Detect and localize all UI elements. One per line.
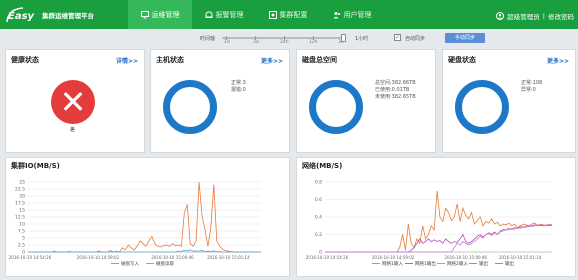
top-bar: Easy 集群运维管理平台 运维管理 报警管理 集群配置 用户管理 超级管理员 … — [0, 0, 578, 29]
slider-tick-label: 1d — [224, 40, 230, 45]
alarm-icon — [205, 10, 212, 18]
y-tick-label: 0.8 — [315, 180, 322, 186]
io-chart: 02.557.51012.51517.52022.5252016-10-10 1… — [9, 180, 261, 267]
legend-label: 网络2输入 — [447, 260, 468, 267]
nav-label: 集群配置 — [279, 10, 308, 19]
nav-alarm-management[interactable]: 报警管理 — [192, 0, 256, 29]
legend-label: 输出 — [505, 260, 514, 267]
error-x-icon: ✕ — [51, 80, 95, 124]
time-axis-label: 时间轴 — [200, 36, 216, 42]
health-details-link[interactable]: 详情>> — [116, 56, 138, 65]
hosts-panel: 主机状态 更多>> 正常:3 报错:0 — [150, 49, 290, 153]
y-tick-label: 20 — [19, 194, 25, 200]
main-nav: 运维管理 报警管理 集群配置 用户管理 — [128, 0, 384, 29]
change-password-link[interactable]: 修改密码 — [548, 11, 574, 21]
disk-free-space: 未使用:382.65TB — [375, 94, 416, 100]
cluster-config-icon — [268, 10, 277, 19]
time-slider-track[interactable] — [222, 37, 344, 39]
panel-title: 主机状态 — [156, 56, 184, 64]
nav-cluster-config[interactable]: 集群配置 — [256, 0, 320, 29]
series-line — [325, 190, 553, 253]
x-tick-label: 2016-10-10 15:00:46 — [444, 255, 487, 260]
nav-label: 用户管理 — [343, 10, 372, 19]
hosts-error: 报错:0 — [231, 87, 246, 93]
nav-label: 报警管理 — [215, 10, 244, 19]
legend-label: 磁盘读取 — [156, 260, 174, 267]
panel-title: 磁盘总空间 — [302, 56, 337, 64]
health-status-text: 差 — [70, 127, 76, 133]
x-tick-label: 2016-10-10 15:01:14 — [207, 255, 250, 260]
y-tick-label: 15 — [19, 208, 25, 214]
hosts-info: 正常:3 报错:0 — [231, 80, 246, 94]
y-tick-label: 0.2 — [315, 232, 322, 238]
user-role[interactable]: 超级管理员 — [507, 11, 540, 21]
user-area: 超级管理员 | 修改密码 — [496, 11, 574, 21]
y-tick-label: 0.6 — [315, 197, 322, 203]
y-tick-label: 0.4 — [315, 215, 322, 221]
y-tick-label: 2.5 — [18, 243, 25, 249]
x-tick-label: 2016-10-10 14:59:02 — [77, 255, 120, 260]
nav-ops-management[interactable]: 运维管理 — [128, 0, 192, 29]
auto-sync-checkbox[interactable]: ✓ — [394, 34, 401, 41]
nav-label: 运维管理 — [151, 10, 180, 19]
legend-label: 网络1输入 — [382, 260, 403, 267]
slider-tick-label: 12h — [309, 40, 318, 45]
users-icon — [333, 11, 340, 18]
auto-sync-label: 自动同步 — [405, 36, 426, 42]
app-logo: Easy — [6, 7, 35, 23]
x-tick-label: 2016-10-10 14:54:26 — [306, 255, 349, 260]
x-tick-label: 2016-10-10 14:54:26 — [9, 255, 52, 260]
y-tick-label: 22.5 — [15, 187, 25, 193]
disk-status-more-link[interactable]: 更多>> — [547, 56, 569, 65]
disk-total-info: 总空间:382.66TB 已使用:0.01TB 未使用:382.65TB — [375, 80, 416, 101]
legend-label: 磁盘写入 — [121, 260, 139, 267]
x-tick-label: 2016-10-10 15:01:14 — [499, 255, 542, 260]
disk-used-space: 已使用:0.01TB — [375, 87, 410, 93]
network-chart-panel: 网络(MB/S) 0 0.2 0.4 0.6 0.8 2016-10-10 14:54:2… — [296, 157, 576, 277]
hosts-ring-chart — [163, 80, 217, 134]
disk-total-panel: 磁盘总空间 总空间:382.66TB 已使用:0.01TB 未使用:382.65… — [296, 49, 436, 153]
x-tick-label: 2016-10-10 14:59:02 — [372, 255, 415, 260]
user-circle-icon — [496, 12, 505, 20]
panel-title: 硬盘状态 — [448, 56, 476, 64]
disk-total-space: 总空间:382.66TB — [375, 80, 416, 86]
nav-user-management[interactable]: 用户管理 — [320, 0, 384, 29]
hosts-more-link[interactable]: 更多>> — [261, 56, 283, 65]
time-toolbar: 时间轴 1d 3d 24h 12h 3h 1小时 ✓ 自动同步 手动同步 — [0, 29, 578, 47]
y-tick-label: 10 — [19, 222, 25, 228]
legend-label: 网络1输出 — [415, 260, 436, 267]
y-tick-label: 7.5 — [18, 229, 25, 235]
disk-status-panel: 硬盘状态 更多>> 正常:108 异常:0 — [442, 49, 576, 153]
manual-sync-button[interactable]: 手动同步 — [445, 33, 485, 43]
hosts-normal: 正常:3 — [231, 80, 246, 86]
y-tick-label: 12.5 — [15, 215, 25, 221]
io-chart-panel: 集群IO(MB/S) 0 2.5 5 7.5 10 12.5 15 17.5 20 22.5 25 2… — [5, 157, 290, 277]
x-tick-label: 2016-10-10 15:00:46 — [151, 255, 194, 260]
svg-text:Easy: Easy — [8, 11, 35, 22]
series-line — [325, 224, 553, 253]
slider-value: 1小时 — [355, 36, 369, 42]
disk-status-info: 正常:108 异常:0 — [521, 80, 542, 94]
y-tick-label: 5 — [22, 236, 25, 242]
legend-label: 输出 — [479, 260, 488, 267]
user-separator: | — [542, 12, 545, 20]
series-line — [325, 224, 553, 253]
disk-normal: 正常:108 — [521, 80, 543, 86]
time-slider-handle[interactable] — [341, 34, 346, 42]
app-name: 集群运维管理平台 — [42, 12, 94, 20]
disk-abnormal: 异常:0 — [521, 87, 536, 93]
monitor-icon — [140, 10, 149, 18]
disk-status-ring-chart — [455, 80, 509, 134]
y-tick-label: 25 — [19, 180, 25, 186]
slider-tick-label: 3d — [253, 40, 259, 45]
network-chart: 00.20.40.60.82016-10-10 14:54:26 2016-10-… — [306, 180, 553, 267]
slider-tick-label: 24h — [280, 40, 289, 45]
panel-title: 健康状态 — [11, 56, 39, 64]
disk-total-ring-chart — [309, 80, 363, 134]
y-tick-label: 17.5 — [15, 201, 25, 207]
